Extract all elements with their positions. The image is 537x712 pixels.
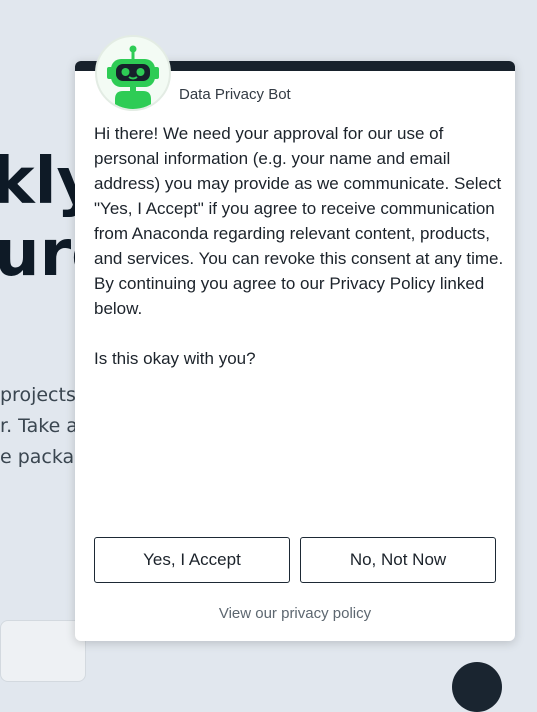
- consent-question: Is this okay with you?: [94, 349, 256, 368]
- robot-icon: [107, 45, 159, 109]
- background-paragraph-line-2: r. Take a: [0, 415, 78, 437]
- bot-avatar: [95, 35, 171, 111]
- accept-button[interactable]: Yes, I Accept: [94, 537, 290, 583]
- background-paragraph-line-1: projects: [0, 384, 76, 406]
- background-paragraph-line-3: e packa: [0, 446, 75, 468]
- background-card: [0, 620, 86, 682]
- chat-launcher-button[interactable]: [452, 662, 502, 712]
- bot-name: Data Privacy Bot: [179, 86, 291, 103]
- privacy-policy-link[interactable]: View our privacy policy: [75, 605, 515, 622]
- consent-message: Hi there! We need your approval for our …: [94, 121, 504, 371]
- decline-button[interactable]: No, Not Now: [300, 537, 496, 583]
- consent-message-paragraph: Hi there! We need your approval for our …: [94, 124, 504, 318]
